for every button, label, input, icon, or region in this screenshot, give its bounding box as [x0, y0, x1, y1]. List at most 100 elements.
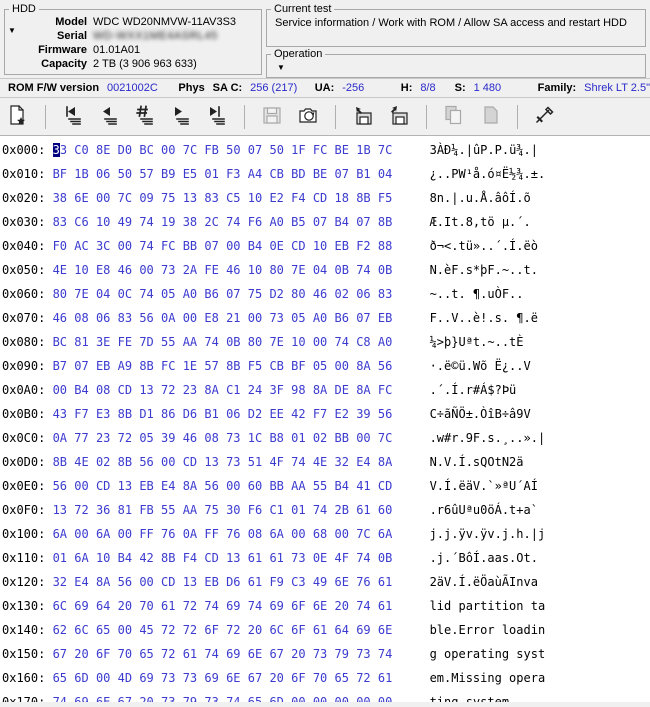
hex-byte[interactable]: 69	[356, 623, 370, 637]
hex-row[interactable]: 0x0B0: 43 F7 E3 8B D1 86 D6 B1 06 D2 EE …	[2, 402, 650, 426]
hex-byte[interactable]: 0A	[183, 527, 197, 541]
hex-byte[interactable]: 24	[248, 383, 262, 397]
hex-byte[interactable]: CD	[378, 479, 392, 493]
hex-byte[interactable]: 41	[356, 479, 370, 493]
hex-byte[interactable]: 73	[161, 671, 175, 685]
hex-byte[interactable]: 65	[53, 671, 67, 685]
hex-byte[interactable]: F5	[378, 191, 392, 205]
hex-row[interactable]: 0x010: BF 1B 06 50 57 B9 E5 01 F3 A4 CB …	[2, 162, 650, 186]
hex-byte[interactable]: 83	[118, 311, 132, 325]
hex-byte[interactable]: 98	[291, 383, 305, 397]
hex-byte[interactable]: 56	[378, 359, 392, 373]
hex-byte[interactable]: A0	[313, 311, 327, 325]
hex-byte[interactable]: 4D	[118, 671, 132, 685]
hex-byte[interactable]: E4	[74, 575, 88, 589]
hex-byte[interactable]: 1E	[183, 359, 197, 373]
hex-row[interactable]: 0x040: F0 AC 3C 00 74 FC BB 07 00 B4 0E …	[2, 234, 650, 258]
hex-byte[interactable]: 74	[226, 695, 240, 702]
hex-byte[interactable]: 13	[226, 551, 240, 565]
hex-row-ascii[interactable]: ¼>þ}Uªt.~..tÈ	[430, 335, 531, 349]
hex-byte[interactable]: 0B	[378, 551, 392, 565]
hex-byte[interactable]: 60	[248, 479, 262, 493]
hex-byte[interactable]: 01	[291, 431, 305, 445]
hex-byte[interactable]: 04	[96, 287, 110, 301]
hex-byte[interactable]: 7C	[356, 527, 370, 541]
hex-byte[interactable]: 6F	[291, 671, 305, 685]
hex-byte[interactable]: 56	[378, 407, 392, 421]
hex-row[interactable]: 0x100: 6A 00 6A 00 FF 76 0A FF 76 08 6A …	[2, 522, 650, 546]
hex-byte[interactable]: 69	[226, 647, 240, 661]
hex-row-ascii[interactable]: lid partition ta	[430, 599, 546, 613]
hex-byte[interactable]: 65	[248, 695, 262, 702]
hex-byte[interactable]: FB	[204, 143, 218, 157]
hex-byte[interactable]: 01	[53, 551, 67, 565]
hex-byte[interactable]: 00	[313, 695, 327, 702]
hex-byte[interactable]: 0A	[53, 431, 67, 445]
hex-byte[interactable]: 79	[335, 647, 349, 661]
hex-byte[interactable]: 05	[161, 287, 175, 301]
hex-row-ascii[interactable]: 3ÀÐ¼.|ûP.P.ü¾.|	[430, 143, 538, 157]
hex-byte[interactable]: 01	[291, 503, 305, 517]
hex-byte[interactable]: E2	[269, 191, 283, 205]
hex-byte[interactable]: CD	[291, 239, 305, 253]
hex-byte[interactable]: 00	[139, 263, 153, 277]
hex-byte[interactable]: 6E	[226, 671, 240, 685]
hex-byte[interactable]: 8B	[226, 359, 240, 373]
hex-byte[interactable]: D1	[139, 407, 153, 421]
hex-byte[interactable]: 6A	[74, 551, 88, 565]
hex-byte[interactable]: 75	[161, 191, 175, 205]
hex-byte[interactable]: 08	[204, 431, 218, 445]
hex-byte[interactable]: E3	[96, 407, 110, 421]
hex-byte[interactable]: 72	[118, 431, 132, 445]
hex-byte[interactable]: 07	[74, 359, 88, 373]
hex-byte[interactable]: 07	[248, 143, 262, 157]
hex-byte[interactable]: 20	[269, 671, 283, 685]
hex-byte[interactable]: 6C	[269, 623, 283, 637]
hex-byte[interactable]: 6E	[335, 575, 349, 589]
hex-byte[interactable]: 42	[291, 407, 305, 421]
hex-byte[interactable]: 61	[313, 623, 327, 637]
hex-row-ascii[interactable]: ·.ë©ü.Wõ Ë¿..V	[430, 359, 531, 373]
hex-byte[interactable]: 4E	[313, 455, 327, 469]
hex-byte[interactable]: F0	[53, 239, 67, 253]
hex-byte[interactable]: 72	[183, 599, 197, 613]
operation-dropdown[interactable]: ▼	[267, 60, 645, 72]
hex-row-ascii[interactable]: 8n.|.u.Å.âôÍ.õ	[430, 191, 531, 205]
hex-byte[interactable]: 6D	[74, 671, 88, 685]
hex-byte[interactable]: 4F	[269, 455, 283, 469]
hex-byte[interactable]: A0	[269, 215, 283, 229]
hex-byte[interactable]: 83	[378, 287, 392, 301]
hex-byte[interactable]: 69	[226, 599, 240, 613]
hex-row-ascii[interactable]: C÷ãÑÖ±.ÒîB÷â9V	[430, 407, 531, 421]
hex-byte[interactable]: 7C	[183, 143, 197, 157]
hex-byte[interactable]: 74	[356, 263, 370, 277]
hex-byte[interactable]: 61	[248, 575, 262, 589]
hex-byte[interactable]: CD	[204, 551, 218, 565]
hex-byte[interactable]: 0B	[335, 263, 349, 277]
hex-byte[interactable]: 1B	[74, 167, 88, 181]
hex-byte[interactable]: FB	[139, 503, 153, 517]
hex-byte[interactable]: B5	[291, 215, 305, 229]
hex-byte[interactable]: C6	[74, 215, 88, 229]
hex-byte[interactable]: 00	[335, 527, 349, 541]
hex-byte[interactable]: 56	[118, 575, 132, 589]
hex-byte[interactable]: EB	[378, 311, 392, 325]
hex-byte[interactable]: 65	[96, 623, 110, 637]
hex-byte[interactable]: 61	[356, 503, 370, 517]
hex-byte[interactable]: 10	[248, 191, 262, 205]
hex-byte[interactable]: 65	[335, 671, 349, 685]
hex-byte[interactable]: 39	[161, 431, 175, 445]
hex-byte[interactable]: 6A	[53, 527, 67, 541]
hex-byte[interactable]: FC	[161, 359, 175, 373]
hex-byte[interactable]: F5	[248, 359, 262, 373]
hex-row[interactable]: 0x090: B7 07 EB A9 8B FC 1E 57 8B F5 CB …	[2, 354, 650, 378]
hex-byte[interactable]: 10	[291, 335, 305, 349]
hex-row-ascii[interactable]: ð¬<.tü»..´.Í.ëò	[430, 239, 538, 253]
hex-byte[interactable]: B4	[74, 383, 88, 397]
hex-byte[interactable]: 46	[183, 431, 197, 445]
hex-byte[interactable]: 55	[161, 335, 175, 349]
hex-byte[interactable]: C3	[291, 575, 305, 589]
hex-byte[interactable]: 49	[313, 575, 327, 589]
hex-byte[interactable]: 10	[96, 215, 110, 229]
hex-byte[interactable]: 6F	[204, 623, 218, 637]
